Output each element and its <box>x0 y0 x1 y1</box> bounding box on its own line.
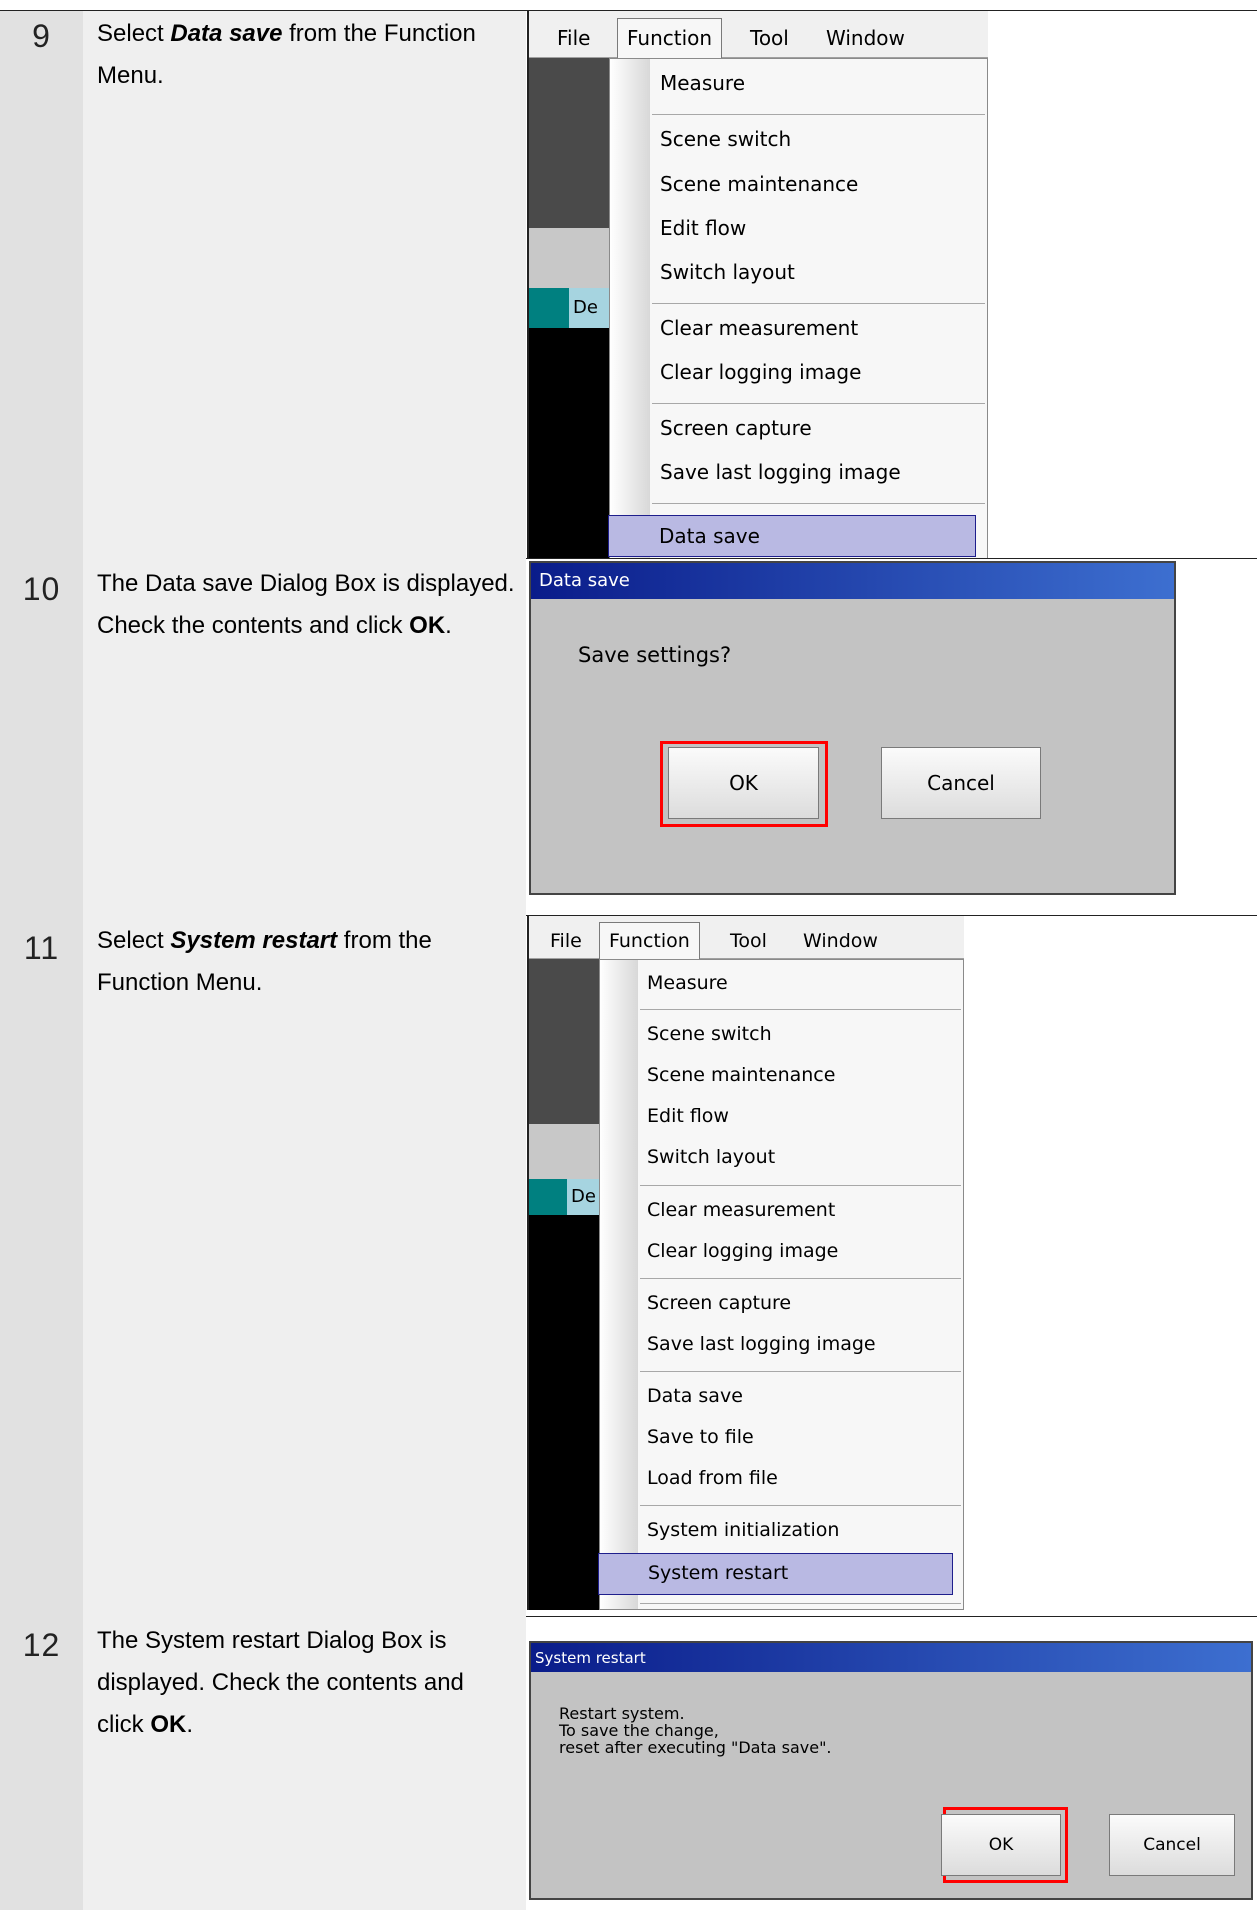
step-description: The System restart Dialog Box is display… <box>97 1627 464 1738</box>
menu-file[interactable]: File <box>557 26 590 50</box>
dialog-title-bar: System restart <box>531 1643 1251 1672</box>
menu-item-data-save[interactable]: Data save <box>608 515 976 557</box>
menu-item-scene-switch[interactable]: Scene switch <box>647 1023 772 1045</box>
menu-item-screen-capture[interactable]: Screen capture <box>660 416 812 440</box>
menu-item-clear-measurement[interactable]: Clear measurement <box>647 1199 835 1221</box>
side-label: De <box>567 1179 599 1215</box>
menu-item-screen-capture[interactable]: Screen capture <box>647 1292 791 1314</box>
ok-button[interactable]: OK <box>941 1814 1061 1876</box>
menu-item-scene-maintenance[interactable]: Scene maintenance <box>647 1064 835 1086</box>
step-number: 12 <box>22 1627 61 1663</box>
menu-item-load-from-file[interactable]: Load from file <box>647 1467 778 1489</box>
cancel-button[interactable]: Cancel <box>1109 1814 1235 1876</box>
menu-item-system-initialization[interactable]: System initialization <box>647 1519 839 1541</box>
menu-item-scene-switch[interactable]: Scene switch <box>660 127 791 151</box>
menu-item-measure[interactable]: Measure <box>660 71 745 95</box>
menu-file[interactable]: File <box>550 930 582 952</box>
menu-item-system-restart[interactable]: System restart <box>598 1553 953 1595</box>
menu-item-label: System restart <box>648 1562 789 1584</box>
menu-separator <box>640 1371 961 1372</box>
menu-bar: File Function Tool Window <box>529 916 964 961</box>
function-dropdown-menu: Measure Scene switch Scene maintenance E… <box>608 58 988 558</box>
dialog-title: Data save <box>539 570 630 591</box>
menu-item-save-last-logging-image[interactable]: Save last logging image <box>647 1333 876 1355</box>
cancel-button[interactable]: Cancel <box>881 747 1041 819</box>
color-swatch <box>529 288 569 328</box>
step-description: Select System restart from the Function … <box>97 927 432 996</box>
step-description: The Data save Dialog Box is displayed. C… <box>97 570 515 639</box>
dialog-message-line: To save the change, <box>559 1721 719 1740</box>
background-pane <box>529 328 609 558</box>
step-description: Select Data save from the Function Menu. <box>97 20 476 89</box>
menu-separator <box>640 1505 961 1506</box>
function-menu-screenshot: File Function Tool Window De Measure Sce… <box>527 916 964 1610</box>
menu-separator <box>640 1185 961 1186</box>
menu-item-clear-logging-image[interactable]: Clear logging image <box>660 360 861 384</box>
menu-item-clear-logging-image[interactable]: Clear logging image <box>647 1240 838 1262</box>
menu-item-save-last-logging-image[interactable]: Save last logging image <box>660 460 901 484</box>
menu-icon-strip <box>600 960 638 1609</box>
menu-function[interactable]: Function <box>599 922 700 961</box>
dialog-title-bar: Data save <box>531 563 1174 599</box>
menu-icon-strip <box>610 59 650 558</box>
menu-item-scene-maintenance[interactable]: Scene maintenance <box>660 172 858 196</box>
color-swatch <box>529 1179 567 1215</box>
menu-item-clear-measurement[interactable]: Clear measurement <box>660 316 858 340</box>
step-number: 11 <box>23 930 60 966</box>
menu-item-data-save[interactable]: Data save <box>647 1385 743 1407</box>
dialog-title: System restart <box>535 1649 646 1667</box>
background-pane <box>529 959 599 1124</box>
function-dropdown-menu: Measure Scene switch Scene maintenance E… <box>598 959 964 1610</box>
menu-tool[interactable]: Tool <box>750 26 789 50</box>
dialog-message-line: Restart system. <box>559 1704 685 1723</box>
menu-separator <box>652 303 985 304</box>
menu-separator <box>652 114 985 115</box>
menu-bar: File Function Tool Window <box>529 11 988 60</box>
dialog-message: Save settings? <box>578 643 732 667</box>
menu-item-edit-flow[interactable]: Edit flow <box>647 1105 729 1127</box>
system-restart-dialog: System restart Restart system. To save t… <box>529 1641 1253 1900</box>
background-pane <box>529 228 609 288</box>
menu-tool[interactable]: Tool <box>730 930 767 952</box>
side-label: De <box>569 288 609 328</box>
menu-separator <box>640 1009 961 1010</box>
menu-item-measure[interactable]: Measure <box>647 972 728 994</box>
menu-function[interactable]: Function <box>617 18 723 60</box>
menu-window[interactable]: Window <box>803 930 878 952</box>
menu-item-edit-flow[interactable]: Edit flow <box>660 216 746 240</box>
menu-item-switch-layout[interactable]: Switch layout <box>647 1146 775 1168</box>
menu-separator <box>640 1603 961 1604</box>
function-menu-screenshot: File Function Tool Window De Measure Sce… <box>527 11 988 558</box>
ok-button[interactable]: OK <box>668 747 819 819</box>
step-number: 9 <box>32 18 51 54</box>
step-number: 10 <box>22 571 61 607</box>
menu-separator <box>652 403 985 404</box>
menu-separator <box>652 503 985 504</box>
background-pane <box>529 1124 599 1179</box>
dialog-message: Restart system. To save the change, rese… <box>559 1705 832 1756</box>
dialog-message-line: reset after executing "Data save". <box>559 1738 832 1757</box>
background-pane <box>529 1215 599 1610</box>
menu-window[interactable]: Window <box>826 26 905 50</box>
menu-separator <box>640 1278 961 1279</box>
menu-item-switch-layout[interactable]: Switch layout <box>660 260 795 284</box>
background-pane <box>529 58 609 228</box>
data-save-dialog: Data save Save settings? OK Cancel <box>529 561 1176 895</box>
menu-item-save-to-file[interactable]: Save to file <box>647 1426 754 1448</box>
menu-item-label: Data save <box>659 524 760 548</box>
